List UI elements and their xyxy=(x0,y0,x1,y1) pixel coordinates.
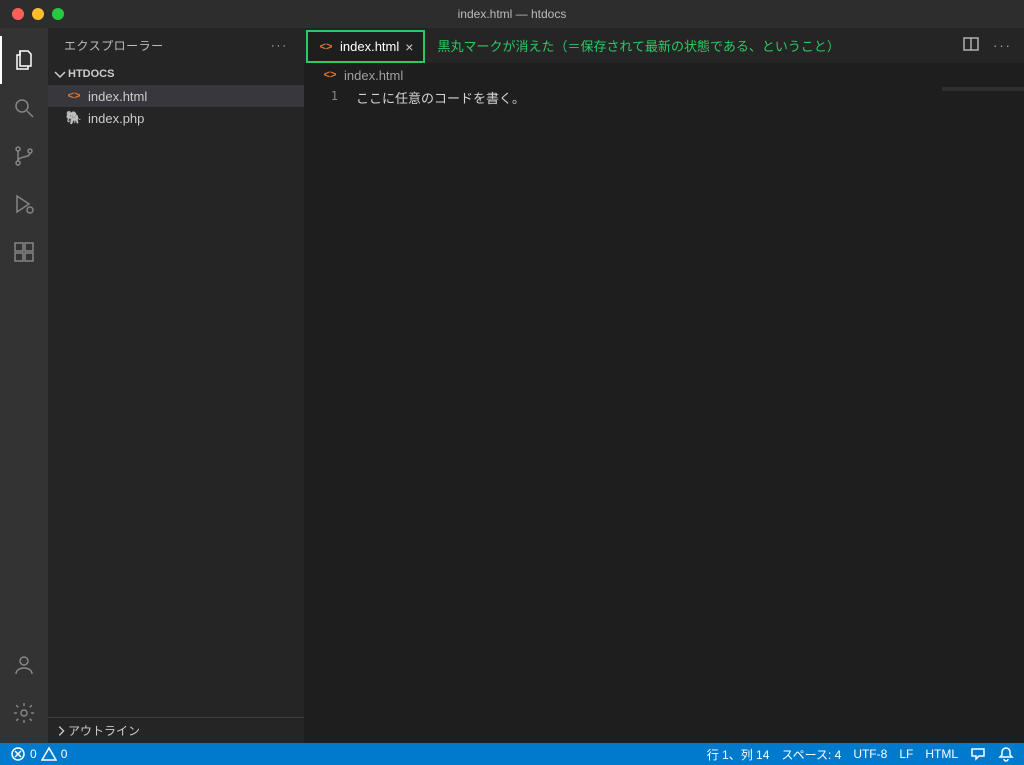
sidebar-header: エクスプローラー ··· xyxy=(48,28,304,63)
breadcrumb-file: index.html xyxy=(344,68,403,83)
sidebar-more-button[interactable]: ··· xyxy=(271,40,288,52)
editor-body[interactable]: 1 ここに任意のコードを書く。 xyxy=(304,87,1024,743)
gear-icon xyxy=(12,701,36,725)
source-control-activity[interactable] xyxy=(0,132,48,180)
extensions-activity[interactable] xyxy=(0,228,48,276)
branch-icon xyxy=(12,144,36,168)
warning-count: 0 xyxy=(61,747,68,761)
problems-status[interactable]: 0 0 xyxy=(10,746,67,762)
editor-area: <> index.html × 黒丸マークが消えた（＝保存されて最新の状態である… xyxy=(304,28,1024,743)
html-file-icon: <> xyxy=(322,67,338,83)
project-name: HTDOCS xyxy=(68,68,114,80)
chevron-down-icon xyxy=(52,66,68,82)
file-item-index-php[interactable]: 🐘 index.php xyxy=(48,107,304,129)
language-status[interactable]: HTML xyxy=(925,747,958,761)
activity-bar xyxy=(0,28,48,743)
explorer-activity[interactable] xyxy=(0,36,48,84)
file-name: index.php xyxy=(88,111,144,126)
title-bar: index.html — htdocs xyxy=(0,0,1024,28)
more-actions-button[interactable]: ··· xyxy=(993,38,1012,53)
html-file-icon: <> xyxy=(66,88,82,104)
notifications-button[interactable] xyxy=(998,746,1014,762)
sidebar: エクスプローラー ··· HTDOCS <> index.html 🐘 inde… xyxy=(48,28,304,743)
file-name: index.html xyxy=(88,89,147,104)
error-icon xyxy=(10,746,26,762)
status-bar: 0 0 行 1、列 14 スペース: 4 UTF-8 LF HTML xyxy=(0,743,1024,765)
search-activity[interactable] xyxy=(0,84,48,132)
file-item-index-html[interactable]: <> index.html xyxy=(48,85,304,107)
error-count: 0 xyxy=(30,747,37,761)
code-content[interactable]: ここに任意のコードを書く。 xyxy=(356,87,1024,743)
window-title: index.html — htdocs xyxy=(0,7,1024,21)
code-line: ここに任意のコードを書く。 xyxy=(356,88,1024,107)
eol-status[interactable]: LF xyxy=(899,747,913,761)
outline-label: アウトライン xyxy=(68,722,140,739)
project-header[interactable]: HTDOCS xyxy=(48,63,304,85)
settings-activity[interactable] xyxy=(0,689,48,737)
php-file-icon: 🐘 xyxy=(66,110,82,126)
run-debug-activity[interactable] xyxy=(0,180,48,228)
minimap[interactable] xyxy=(942,87,1024,91)
tab-bar: <> index.html × 黒丸マークが消えた（＝保存されて最新の状態である… xyxy=(304,28,1024,63)
line-gutter: 1 xyxy=(304,87,356,743)
line-number: 1 xyxy=(304,89,338,103)
bell-icon xyxy=(998,746,1014,762)
breadcrumb[interactable]: <> index.html xyxy=(304,63,1024,87)
warning-icon xyxy=(41,746,57,762)
feedback-button[interactable] xyxy=(970,746,986,762)
outline-section[interactable]: アウトライン xyxy=(48,717,304,743)
close-tab-button[interactable]: × xyxy=(405,40,413,54)
cursor-position[interactable]: 行 1、列 14 xyxy=(707,746,770,763)
html-file-icon: <> xyxy=(318,39,334,55)
chevron-right-icon xyxy=(54,723,68,739)
extensions-icon xyxy=(12,240,36,264)
accounts-activity[interactable] xyxy=(0,641,48,689)
tab-label: index.html xyxy=(340,39,399,54)
feedback-icon xyxy=(970,746,986,762)
editor-actions: ··· xyxy=(963,28,1024,63)
split-icon xyxy=(963,36,979,52)
close-window-button[interactable] xyxy=(12,8,24,20)
encoding-status[interactable]: UTF-8 xyxy=(853,747,887,761)
tab-index-html[interactable]: <> index.html × xyxy=(306,30,425,63)
search-icon xyxy=(12,96,36,120)
account-icon xyxy=(12,653,36,677)
files-icon xyxy=(12,48,36,72)
window-controls xyxy=(0,8,64,20)
play-bug-icon xyxy=(12,192,36,216)
indentation-status[interactable]: スペース: 4 xyxy=(781,746,841,763)
annotation-text: 黒丸マークが消えた（＝保存されて最新の状態である、ということ） xyxy=(427,28,839,63)
split-editor-button[interactable] xyxy=(963,36,979,55)
maximize-window-button[interactable] xyxy=(52,8,64,20)
sidebar-title: エクスプローラー xyxy=(64,37,164,54)
minimize-window-button[interactable] xyxy=(32,8,44,20)
